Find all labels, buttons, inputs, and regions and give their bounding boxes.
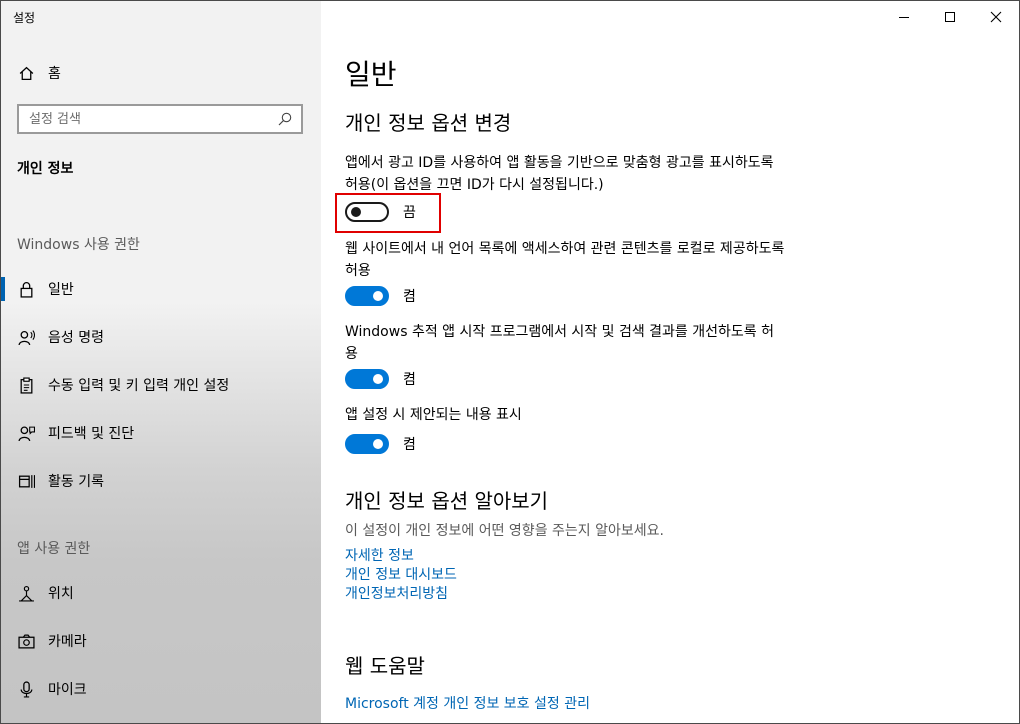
sidebar-item-feedback[interactable]: 피드백 및 진단 [1, 413, 321, 453]
link-more-info[interactable]: 자세한 정보 [345, 545, 414, 565]
app-launch-tracking-toggle[interactable] [345, 369, 389, 389]
sidebar-item-label: 마이크 [48, 682, 87, 698]
sidebar-item-label: 피드백 및 진단 [48, 426, 135, 442]
search-input[interactable] [19, 110, 277, 128]
sidebar-item-label: 일반 [48, 282, 74, 298]
learn-description: 이 설정이 개인 정보에 어떤 영향을 주는지 알아보세요. [345, 523, 664, 539]
sidebar-section-title: 개인 정보 [17, 161, 74, 177]
clipboard-icon [17, 376, 35, 394]
section-title-learn: 개인 정보 옵션 알아보기 [345, 489, 549, 513]
sidebar: 설정 홈 개인 정보 Windows 사용 권한 일반 [1, 1, 321, 723]
maximize-icon [945, 12, 955, 22]
close-button[interactable] [973, 1, 1019, 33]
sidebar-item-label: 수동 입력 및 키 입력 개인 설정 [48, 378, 230, 394]
sidebar-item-general[interactable]: 일반 [1, 269, 321, 309]
page-title: 일반 [345, 58, 397, 91]
setting-desc-language-list: 웹 사이트에서 내 언어 목록에 액세스하여 관련 콘텐츠를 로컬로 제공하도록… [345, 241, 785, 279]
sidebar-item-label: 홈 [48, 66, 61, 82]
highlight-box [335, 193, 441, 233]
setting-desc-app-launch-tracking: Windows 추적 앱 시작 프로그램에서 시작 및 검색 결과를 개선하도록… [345, 324, 774, 362]
sidebar-group-windows: Windows 사용 권한 [17, 237, 140, 253]
close-icon [990, 11, 1002, 23]
sidebar-item-inking-typing[interactable]: 수동 입력 및 키 입력 개인 설정 [1, 365, 321, 405]
location-icon [17, 584, 35, 602]
activity-history-icon [17, 472, 35, 490]
toggle-knob [373, 374, 383, 384]
microphone-icon [17, 680, 35, 698]
link-manage-ms-account-privacy[interactable]: Microsoft 계정 개인 정보 보호 설정 관리 [345, 693, 590, 713]
voice-icon [17, 328, 35, 346]
sidebar-item-label: 카메라 [48, 634, 87, 650]
section-title-change-options: 개인 정보 옵션 변경 [345, 111, 512, 135]
toggle-state-label: 켬 [403, 437, 416, 453]
toggle-knob [373, 291, 383, 301]
setting-desc-advertising-id: 앱에서 광고 ID를 사용하여 앱 활동을 기반으로 맞춤형 광고를 표시하도록… [345, 155, 774, 193]
link-privacy-statement[interactable]: 개인정보처리방침 [345, 583, 448, 603]
setting-suggested-content: 켬 [345, 432, 416, 456]
lock-icon [17, 280, 35, 298]
link-privacy-dashboard[interactable]: 개인 정보 대시보드 [345, 564, 457, 584]
sidebar-item-microphone[interactable]: 마이크 [1, 669, 321, 709]
sidebar-item-label: 활동 기록 [48, 474, 104, 490]
toggle-state-label: 켬 [403, 289, 416, 305]
suggested-content-toggle[interactable] [345, 434, 389, 454]
maximize-button[interactable] [927, 1, 973, 33]
sidebar-item-camera[interactable]: 카메라 [1, 621, 321, 661]
sidebar-item-label: 음성 명령 [48, 330, 104, 346]
setting-app-launch-tracking: 켬 [345, 367, 416, 391]
camera-icon [17, 632, 35, 650]
home-icon [17, 64, 35, 82]
feedback-icon [17, 424, 35, 442]
language-list-toggle[interactable] [345, 286, 389, 306]
sidebar-item-location[interactable]: 위치 [1, 573, 321, 613]
minimize-icon [899, 17, 909, 18]
settings-window: 설정 홈 개인 정보 Windows 사용 권한 일반 [0, 0, 1020, 724]
app-title: 설정 [13, 11, 36, 25]
settings-search-box[interactable] [17, 104, 303, 134]
section-title-web-help: 웹 도움말 [345, 654, 425, 678]
minimize-button[interactable] [881, 1, 927, 33]
toggle-knob [373, 439, 383, 449]
selection-indicator [1, 277, 5, 301]
sidebar-item-label: 위치 [48, 586, 74, 602]
sidebar-item-activity-history[interactable]: 활동 기록 [1, 461, 321, 501]
toggle-state-label: 켬 [403, 372, 416, 388]
sidebar-item-voice[interactable]: 음성 명령 [1, 317, 321, 357]
sidebar-item-home[interactable]: 홈 [1, 53, 321, 93]
setting-language-list: 켬 [345, 284, 416, 308]
sidebar-group-apps: 앱 사용 권한 [17, 541, 91, 557]
setting-desc-suggested-content: 앱 설정 시 제안되는 내용 표시 [345, 407, 522, 423]
window-controls [881, 1, 1019, 33]
search-icon[interactable] [277, 110, 295, 128]
